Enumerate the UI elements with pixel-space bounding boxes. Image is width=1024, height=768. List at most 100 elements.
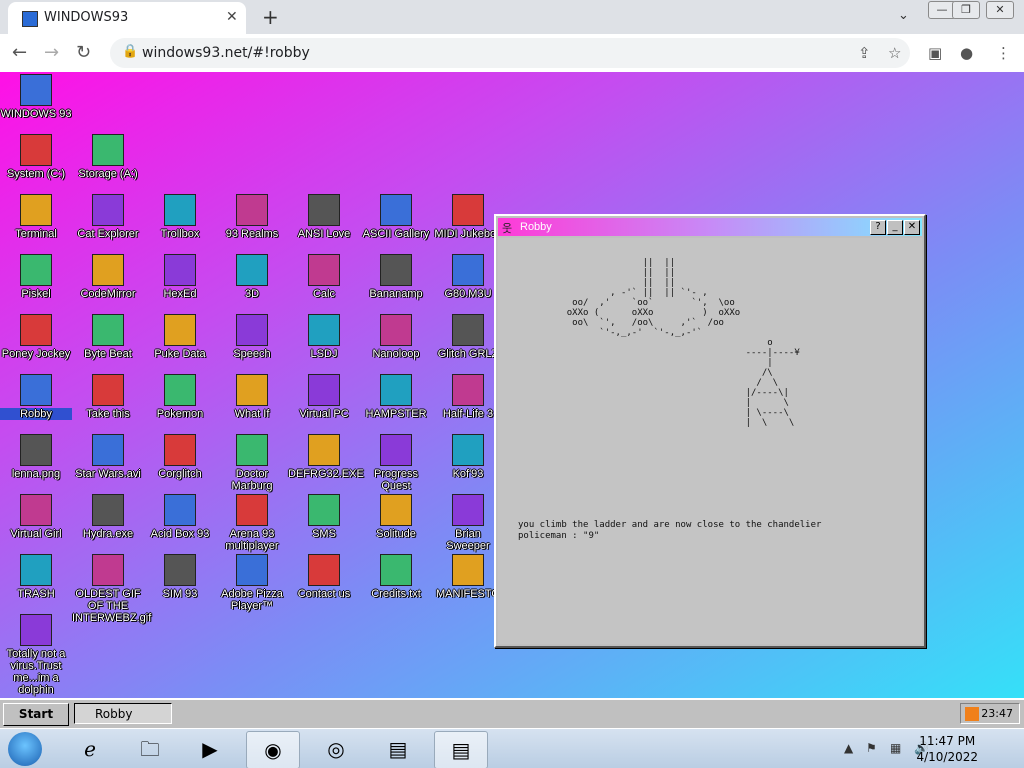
desktop-icon[interactable]: HAMPSTER [360,374,432,420]
media-player-icon[interactable]: ▶ [184,731,236,767]
minimize-button[interactable]: _ [887,220,903,235]
bookmark-star-icon[interactable]: ☆ [888,44,901,62]
chrome-icon[interactable]: ◉ [246,731,300,768]
reload-icon[interactable]: ↻ [76,42,91,63]
desktop-icon[interactable]: Cat Explorer [72,194,144,240]
desktop-icon[interactable]: TRASH [0,554,72,600]
pokemon-icon [164,374,196,406]
menu-kebab-icon[interactable]: ⋮ [996,44,1011,62]
url-text[interactable]: windows93.net/#!robby [142,45,310,61]
desktop-icon[interactable]: Bananamp [360,254,432,300]
calculator-icon [308,254,340,286]
desktop-icon[interactable]: Virtual Girl [0,494,72,540]
desktop-icon[interactable]: Puke Data [144,314,216,360]
window-close-button[interactable]: ✕ [986,1,1014,19]
desktop-icon[interactable]: ANSI Love [288,194,360,240]
desktop-icon[interactable]: Arena 93 multiplayer [216,494,288,552]
computer-icon [20,74,52,106]
desktop-icon[interactable]: Calc [288,254,360,300]
forward-arrow-icon[interactable]: → [44,42,59,63]
windows-start-orb-icon[interactable] [8,732,42,766]
desktop-icon[interactable]: Terminal [0,194,72,240]
desktop-icon-label: OLDEST GIF OF THE INTERWEBZ.gif [72,588,152,624]
desktop-icon[interactable]: Doctor Marburg [216,434,288,492]
file-explorer-icon[interactable]: 🗀 [124,731,176,767]
help-button[interactable]: ? [870,220,886,235]
desktop-icon[interactable]: Trollbox [144,194,216,240]
desktop-icon[interactable]: ASCII Gallery [360,194,432,240]
desktop-icon[interactable]: Contact us [288,554,360,600]
desktop-icon[interactable]: System (C:) [0,134,72,180]
desktop-icon[interactable]: LSDJ [288,314,360,360]
desktop-icon[interactable]: Virtual PC [288,374,360,420]
desktop-icon[interactable]: Adobe Pizza Player™ [216,554,288,612]
side-panel-icon[interactable]: ▣ [928,44,942,62]
action-center-flag-icon[interactable]: ⚑ [866,741,877,755]
taskbar-item-robby[interactable]: Robby [74,703,172,724]
image-file-icon [20,434,52,466]
desktop-icon-label: HAMPSTER [365,408,427,420]
game-content[interactable]: || || || || || || , -'` || || `'- , oo/ … [498,238,922,644]
pizza-icon [236,554,268,586]
desktop-icon[interactable]: Byte Beat [72,314,144,360]
robby-window[interactable]: 웃 Robby ? _ ✕ || || || || || || , -'` ||… [494,214,926,648]
desktop-icon-label: Bananamp [369,288,423,300]
desktop-icon[interactable]: HexEd [144,254,216,300]
window-titlebar[interactable]: 웃 Robby ? _ ✕ [498,218,922,236]
desktop-icon[interactable]: OLDEST GIF OF THE INTERWEBZ.gif [72,554,152,624]
desktop-icon[interactable]: SMS [288,494,360,540]
desktop-icon-label: Trollbox [160,228,200,240]
desktop-icon[interactable]: Pokemon [144,374,216,420]
desktop-icon[interactable]: Credits.txt [360,554,432,600]
desktop-icon[interactable]: WINDOWS 93 [0,74,72,120]
desktop-icon[interactable]: Robby [0,374,72,420]
desktop-icon[interactable]: What If [216,374,288,420]
lock-icon[interactable]: 🔒 [122,44,138,59]
tab-search-chevron-icon[interactable]: ⌄ [898,8,909,23]
desktop-icon[interactable]: Take this [72,374,144,420]
desktop-icon[interactable]: Acid Box 93 [144,494,216,540]
desktop-icon[interactable]: Totally not a virus.Trust me...im a dolp… [0,614,72,696]
profile-avatar-icon[interactable]: ● [960,44,973,62]
desktop-icon[interactable]: Storage (A:) [72,134,144,180]
desktop-icon[interactable]: lenna.png [0,434,72,480]
close-button[interactable]: ✕ [904,220,920,235]
share-icon[interactable]: ⇪ [858,44,871,62]
desktop-icon[interactable]: 3D [216,254,288,300]
desktop-icon[interactable]: Corglitch [144,434,216,480]
rss-icon[interactable] [965,707,979,721]
desktop-icon[interactable]: Progress Quest [360,434,432,492]
close-tab-icon[interactable]: ✕ [226,9,238,25]
app-window-icon[interactable]: ▤ [372,731,424,767]
window-restore-button[interactable]: ❐ [952,1,980,19]
clock[interactable]: 11:47 PM 4/10/2022 [916,733,978,765]
cat-globe-icon [92,194,124,226]
desktop-icon[interactable]: Poney Jockey [0,314,72,360]
new-tab-icon[interactable]: + [262,5,279,29]
desktop-icon[interactable]: DEFRG32.EXE [288,434,364,480]
start-button[interactable]: Start [3,703,69,726]
desktop-icon[interactable]: 93 Realms [216,194,288,240]
desktop-icon[interactable]: Star Wars.avi [72,434,144,480]
desktop-icon[interactable]: Hydra.exe [72,494,144,540]
desktop-icon-label: Calc [312,288,335,300]
desktop-icon-label: 3D [244,288,260,300]
app-window-icon-2[interactable]: ▤ [434,731,488,768]
desktop-icon[interactable]: Nanoloop [360,314,432,360]
firefox-icon[interactable]: ◎ [310,731,362,767]
desktop-icon-label: Solitude [376,528,416,540]
terminal-icon [20,194,52,226]
back-arrow-icon[interactable]: ← [12,42,27,63]
show-hidden-icons-icon[interactable]: ▲ [844,741,853,755]
network-icon[interactable]: ▦ [890,741,901,755]
desktop-icon[interactable]: CodeMirror [72,254,144,300]
desktop-icon[interactable]: SIM 93 [144,554,216,600]
browser-tab[interactable]: WINDOWS93 ✕ [8,2,246,34]
desktop-icon-label: Star Wars.avi [75,468,141,480]
address-bar[interactable]: 🔒 windows93.net/#!robby ⇪ ☆ [110,38,910,68]
desktop-icon-label: Robby [0,408,72,420]
desktop-icon[interactable]: Piskel [0,254,72,300]
desktop-icon[interactable]: Solitude [360,494,432,540]
desktop-icon[interactable]: Speech [216,314,288,360]
internet-explorer-icon[interactable]: ℯ [64,731,116,767]
